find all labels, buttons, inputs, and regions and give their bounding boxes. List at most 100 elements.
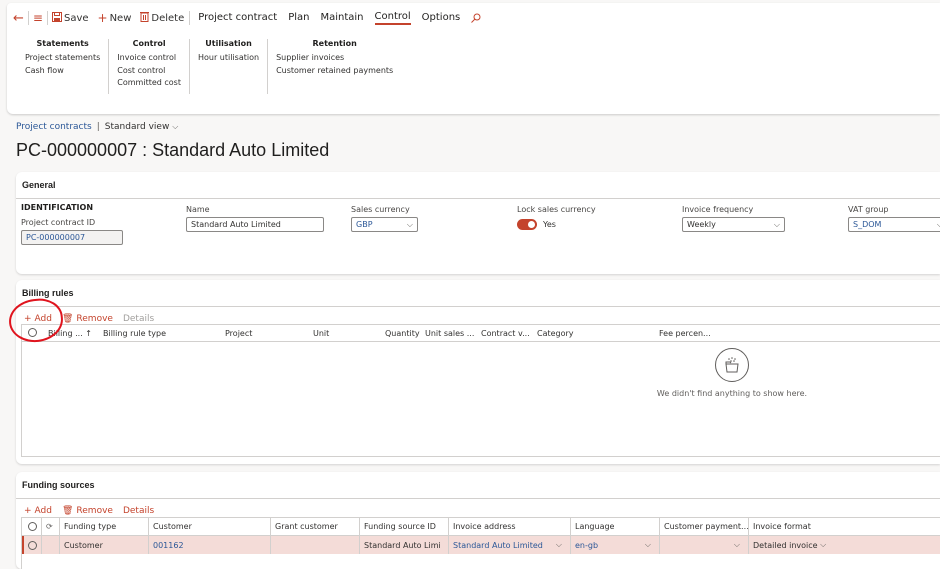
- add-label: Add: [34, 506, 52, 516]
- details-billing-rule-button[interactable]: Details: [123, 314, 154, 324]
- column-header-unit-sales[interactable]: Unit sales ...: [421, 329, 477, 338]
- column-header-billing-rule-type[interactable]: Billing rule type: [99, 329, 221, 338]
- tab-control[interactable]: Control: [374, 11, 411, 25]
- remove-billing-rule-button[interactable]: 🗑 Remove: [62, 314, 113, 324]
- row-select-radio[interactable]: [24, 536, 42, 554]
- funding-type-cell[interactable]: Customer: [60, 536, 149, 554]
- page-title: PC-000000007 : Standard Auto Limited: [16, 140, 330, 160]
- column-header-category[interactable]: Category: [533, 329, 655, 338]
- toggle-state: Yes: [543, 220, 556, 229]
- general-section: General IDENTIFICATION Project contract …: [16, 172, 940, 274]
- ribbon-group-statements: Statements Project statements Cash flow: [17, 39, 110, 94]
- column-header-quantity[interactable]: Quantity: [381, 329, 421, 338]
- sort-ascending-icon: ↑: [85, 328, 92, 338]
- toolbar-divider: [27, 11, 29, 25]
- new-button[interactable]: + New: [98, 11, 132, 25]
- remove-funding-source-button[interactable]: 🗑 Remove: [62, 506, 113, 516]
- hamburger-icon[interactable]: ≡: [33, 11, 43, 25]
- group-title: Control: [132, 39, 166, 48]
- toolbar: ← ≡ Save + New Delete Project contract P…: [13, 8, 481, 28]
- trash-icon: 🗑: [61, 506, 74, 516]
- column-header-invoice-address[interactable]: Invoice address: [449, 518, 571, 535]
- ribbon-item-hour-utilisation[interactable]: Hour utilisation: [198, 52, 259, 65]
- customer-payment-cell[interactable]: ⌵: [660, 536, 749, 554]
- view-label: Standard view: [104, 122, 170, 132]
- contract-id-field: Project contract ID PC-000000007: [21, 218, 123, 245]
- view-selector[interactable]: Standard view ⌵: [105, 122, 178, 132]
- invoice-frequency-value: Weekly: [687, 220, 716, 229]
- grant-customer-cell[interactable]: [271, 536, 360, 554]
- column-header-funding-source-id[interactable]: Funding source ID: [360, 518, 449, 535]
- column-header-fee-percentage[interactable]: Fee percen...: [655, 329, 725, 338]
- ribbon-item-invoice-control[interactable]: Invoice control: [117, 52, 181, 65]
- vat-group-value: S_DOM: [853, 220, 882, 229]
- invoice-frequency-select[interactable]: Weekly ⌵: [682, 217, 785, 232]
- vat-group-select[interactable]: S_DOM ⌵: [848, 217, 940, 232]
- tab-plan[interactable]: Plan: [288, 12, 309, 24]
- group-title: Utilisation: [205, 39, 252, 48]
- invoice-address-cell[interactable]: Standard Auto Limited ⌵: [449, 536, 571, 554]
- ribbon-item-cost-control[interactable]: Cost control: [117, 65, 181, 78]
- ribbon-item-committed-cost[interactable]: Committed cost: [117, 77, 181, 90]
- billing-rules-section: Billing rules + Add 🗑 Remove Details Bil…: [16, 280, 940, 464]
- save-label: Save: [63, 12, 89, 24]
- column-header-customer-payment[interactable]: Customer payment...: [660, 518, 749, 535]
- lock-sales-currency-toggle[interactable]: [517, 219, 537, 230]
- column-header-funding-type[interactable]: Funding type: [60, 518, 149, 535]
- toolbar-divider: [46, 11, 48, 25]
- table-row[interactable]: Customer 001162 Standard Auto Limi Stand…: [22, 536, 940, 554]
- tab-maintain[interactable]: Maintain: [320, 12, 363, 24]
- save-button[interactable]: Save: [51, 11, 89, 25]
- ribbon-item-project-statements[interactable]: Project statements: [25, 52, 100, 65]
- empty-folder-icon: [715, 348, 749, 382]
- trash-icon: [140, 11, 150, 25]
- language-cell[interactable]: en-gb ⌵: [571, 536, 660, 554]
- general-header[interactable]: General: [16, 172, 940, 199]
- new-label: New: [109, 12, 132, 24]
- column-header-contract-value[interactable]: Contract v...: [477, 329, 533, 338]
- invoice-format-value: Detailed invoice: [753, 540, 818, 550]
- ribbon-item-supplier-invoices[interactable]: Supplier invoices: [276, 52, 393, 65]
- search-icon[interactable]: [471, 13, 481, 23]
- row-spacer: [42, 536, 60, 554]
- delete-button[interactable]: Delete: [140, 11, 184, 25]
- ribbon-item-cash-flow[interactable]: Cash flow: [25, 65, 100, 78]
- invoice-address-value: Standard Auto Limited: [453, 540, 543, 550]
- column-header-language[interactable]: Language: [571, 518, 660, 535]
- column-header-grant-customer[interactable]: Grant customer: [271, 518, 360, 535]
- add-funding-source-button[interactable]: + Add: [24, 506, 52, 516]
- tab-project-contract[interactable]: Project contract: [198, 12, 277, 24]
- column-header-project[interactable]: Project: [221, 329, 309, 338]
- breadcrumb-link[interactable]: Project contracts: [16, 122, 92, 132]
- ribbon-item-customer-retained-payments[interactable]: Customer retained payments: [276, 65, 393, 78]
- group-title: Retention: [312, 39, 357, 48]
- select-all-radio[interactable]: [22, 518, 42, 535]
- details-funding-source-button[interactable]: Details: [123, 506, 154, 516]
- invoice-format-cell[interactable]: Detailed invoice ⌵: [749, 536, 837, 554]
- ribbon-group-utilisation: Utilisation Hour utilisation: [190, 39, 269, 94]
- ribbon-groups: Statements Project statements Cash flow …: [17, 39, 401, 94]
- invoice-frequency-field: Invoice frequency Weekly ⌵: [682, 205, 785, 232]
- column-header-invoice-format[interactable]: Invoice format: [749, 518, 939, 535]
- back-arrow-icon[interactable]: ←: [13, 11, 24, 26]
- plus-icon: +: [24, 506, 32, 516]
- tab-options[interactable]: Options: [422, 12, 461, 24]
- group-title: Statements: [36, 39, 89, 48]
- chevron-down-icon: ⌵: [406, 219, 413, 229]
- funding-sources-header[interactable]: Funding sources: [16, 472, 940, 499]
- funding-source-id-cell[interactable]: Standard Auto Limi: [360, 536, 449, 554]
- lock-sales-currency-label: Lock sales currency: [517, 205, 596, 214]
- customer-cell[interactable]: 001162: [149, 536, 271, 554]
- refresh-icon[interactable]: ⟳: [42, 518, 60, 535]
- contract-id-input[interactable]: PC-000000007: [21, 230, 123, 245]
- column-header-customer[interactable]: Customer: [149, 518, 271, 535]
- name-input[interactable]: Standard Auto Limited: [186, 217, 324, 232]
- ribbon-group-retention: Retention Supplier invoices Customer ret…: [268, 39, 401, 94]
- sales-currency-select[interactable]: GBP ⌵: [351, 217, 418, 232]
- billing-rules-header[interactable]: Billing rules: [16, 280, 940, 307]
- contract-id-label: Project contract ID: [21, 218, 96, 227]
- empty-message: We didn't find anything to show here.: [656, 389, 808, 398]
- funding-sources-grid-header: ⟳ Funding type Customer Grant customer F…: [22, 518, 940, 536]
- column-header-unit[interactable]: Unit: [309, 329, 381, 338]
- save-icon: [51, 11, 62, 25]
